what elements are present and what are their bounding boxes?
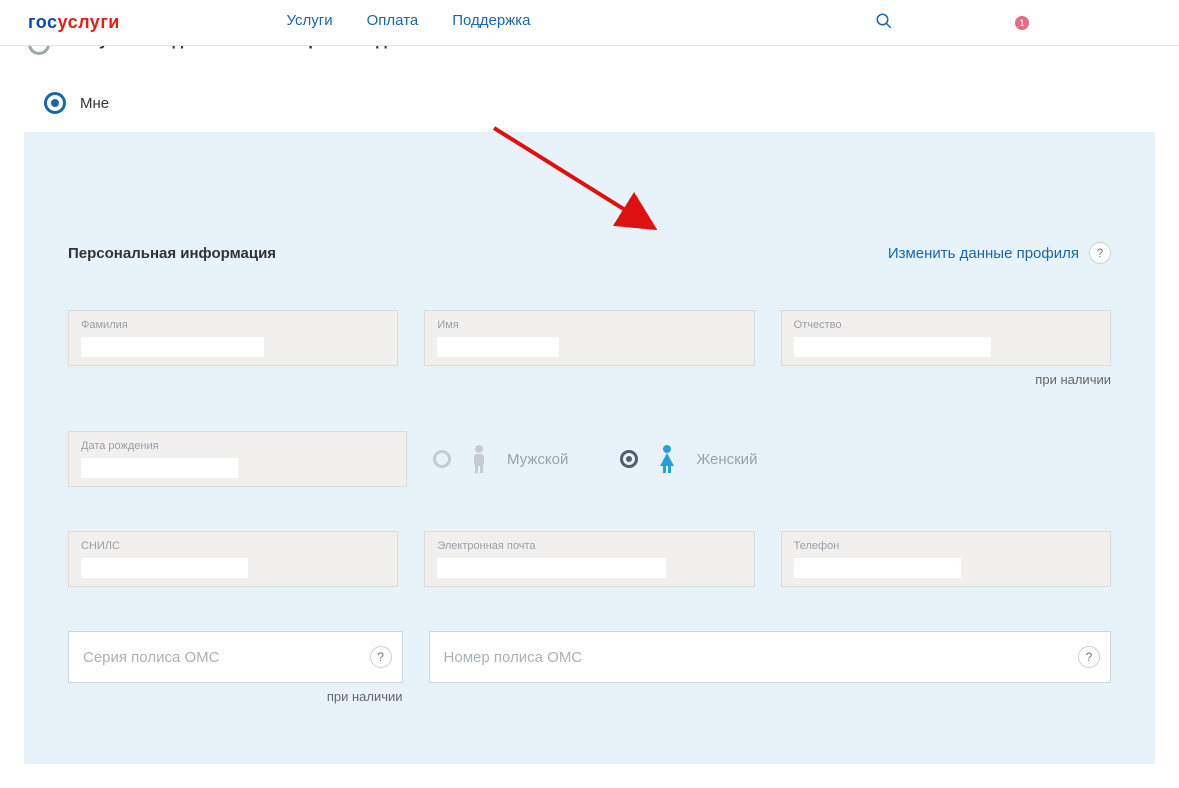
recipient-radio-me[interactable]: Мне xyxy=(0,74,1179,132)
oms-series-text[interactable] xyxy=(83,649,388,666)
annotation-arrow-icon xyxy=(484,118,684,258)
firstname-label: Имя xyxy=(437,319,741,331)
lastname-label: Фамилия xyxy=(81,319,385,331)
logo[interactable]: госуслуги xyxy=(28,12,120,33)
help-icon[interactable]: ? xyxy=(1089,242,1111,264)
nav-payment[interactable]: Оплата xyxy=(367,12,419,33)
radio-icon xyxy=(44,92,66,114)
email-field: Электронная почта xyxy=(424,531,754,587)
gender-female-label: Женский xyxy=(696,451,757,468)
oms-series-hint: при наличии xyxy=(68,689,403,704)
edit-profile-link[interactable]: Изменить данные профиля xyxy=(888,245,1079,262)
birthdate-field: Дата рождения xyxy=(68,431,407,487)
birthdate-value xyxy=(81,458,238,478)
patronymic-label: Отчество xyxy=(794,319,1098,331)
snils-label: СНИЛС xyxy=(81,540,385,552)
panel-title: Персональная информация xyxy=(68,245,276,262)
lastname-field: Фамилия xyxy=(68,310,398,366)
email-value xyxy=(437,558,665,578)
phone-label: Телефон xyxy=(794,540,1098,552)
radio-me-label: Мне xyxy=(80,95,109,112)
phone-value xyxy=(794,558,961,578)
email-label: Электронная почта xyxy=(437,540,741,552)
oms-series-input[interactable]: ? xyxy=(68,631,403,683)
oms-number-input[interactable]: ? xyxy=(429,631,1111,683)
step-question: Кому необходимо вызвать врача на дом? xyxy=(0,46,1179,74)
notification-badge[interactable]: 1 xyxy=(1015,16,1029,30)
snils-field: СНИЛС xyxy=(68,531,398,587)
personal-info-panel: Персональная информация Изменить данные … xyxy=(24,132,1155,764)
logo-text-2: услуги xyxy=(58,12,120,32)
patronymic-value xyxy=(794,337,992,357)
search-icon[interactable] xyxy=(875,12,893,33)
site-header: госуслуги Услуги Оплата Поддержка 1 xyxy=(0,0,1179,46)
snils-value xyxy=(81,558,248,578)
patronymic-field: Отчество xyxy=(781,310,1111,366)
nav-services[interactable]: Услуги xyxy=(286,12,332,33)
patronymic-hint: при наличии xyxy=(781,372,1111,387)
male-icon xyxy=(469,444,489,474)
gender-group: Мужской Женский xyxy=(433,444,1111,474)
lastname-value xyxy=(81,337,264,357)
help-icon[interactable]: ? xyxy=(1078,646,1100,668)
firstname-field: Имя xyxy=(424,310,754,366)
help-icon[interactable]: ? xyxy=(370,646,392,668)
gender-male-label: Мужской xyxy=(507,451,568,468)
female-icon xyxy=(656,444,678,474)
question-title: Кому необходимо вызвать врача на дом? xyxy=(66,46,420,50)
phone-field: Телефон xyxy=(781,531,1111,587)
nav-support[interactable]: Поддержка xyxy=(452,12,530,33)
gender-male-radio[interactable] xyxy=(433,450,451,468)
top-nav: Услуги Оплата Поддержка xyxy=(286,12,892,33)
firstname-value xyxy=(437,337,559,357)
gender-female-radio[interactable] xyxy=(620,450,638,468)
logo-text-1: гос xyxy=(28,12,58,32)
oms-number-text[interactable] xyxy=(444,649,1096,666)
birthdate-label: Дата рождения xyxy=(81,440,394,452)
step-bullet-icon xyxy=(28,46,50,55)
